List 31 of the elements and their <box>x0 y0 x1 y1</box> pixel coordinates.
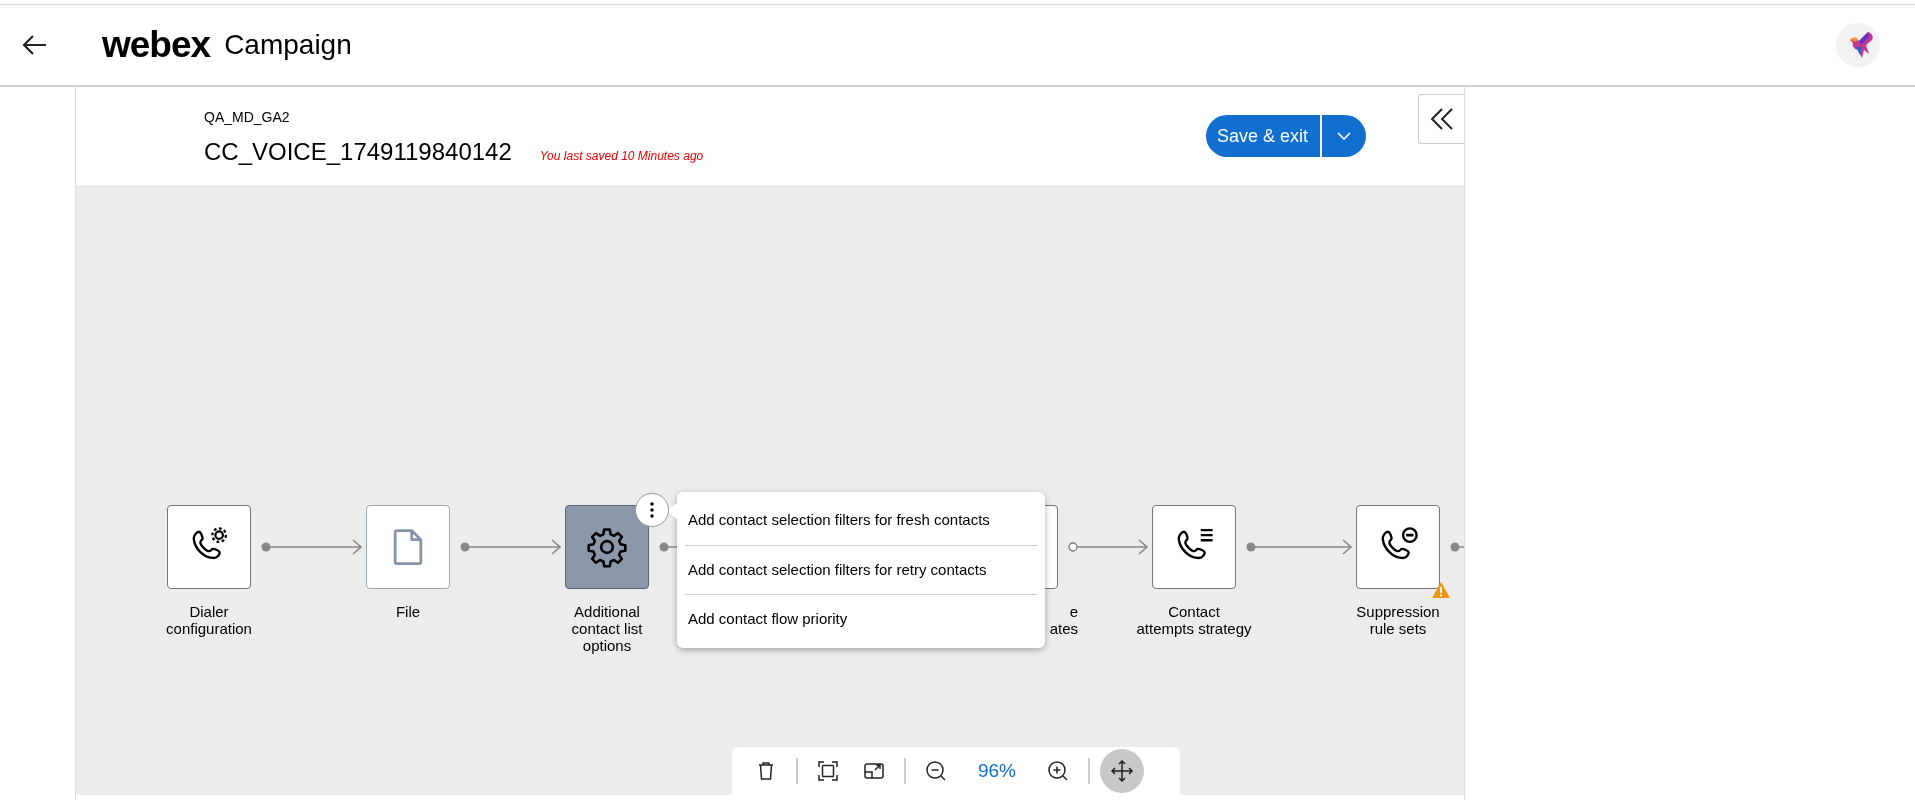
menu-item[interactable]: Add contact flow priority <box>685 595 1037 644</box>
node-label: Additional contact list options <box>571 603 643 654</box>
node-label: Contact attempts strategy <box>1136 603 1252 637</box>
zoom-out-icon <box>924 759 948 783</box>
save-exit-button[interactable]: Save & exit <box>1205 115 1320 157</box>
campaign-name: CC_VOICE_1749119840142 <box>204 137 512 167</box>
zoom-in-icon <box>1046 759 1070 783</box>
warning-icon <box>1431 581 1451 599</box>
menu-item[interactable]: Add contact selection filters for retry contacts <box>685 545 1037 595</box>
save-status: You last saved 10 Minutes ago <box>539 148 704 165</box>
node-label: File <box>395 603 421 620</box>
flow-node[interactable] <box>565 505 649 589</box>
move-icon <box>1110 759 1134 783</box>
flow-node[interactable] <box>366 505 450 589</box>
node-label: Suppression rule sets <box>1356 603 1440 637</box>
flow-node[interactable] <box>1356 505 1440 589</box>
collapse-button[interactable] <box>1418 94 1464 144</box>
flow-node[interactable] <box>1152 505 1236 589</box>
menu-item[interactable]: Add contact selection filters for fresh contacts <box>685 496 1037 546</box>
app-name: Campaign <box>224 28 352 62</box>
zoom-level-button[interactable]: 96% <box>962 753 1032 789</box>
settings-icon <box>585 525 629 569</box>
flow-node[interactable] <box>167 505 251 589</box>
logo: webex <box>102 23 211 68</box>
dropdown-button[interactable] <box>1322 115 1366 157</box>
fit-screen-icon <box>816 759 840 783</box>
node-label: Dialer configuration <box>166 603 252 637</box>
campaign-group: QA_MD_GA2 <box>204 107 704 128</box>
pan-button[interactable] <box>1100 749 1144 793</box>
node-label: e ates <box>1049 603 1078 637</box>
more-icon <box>649 501 655 519</box>
